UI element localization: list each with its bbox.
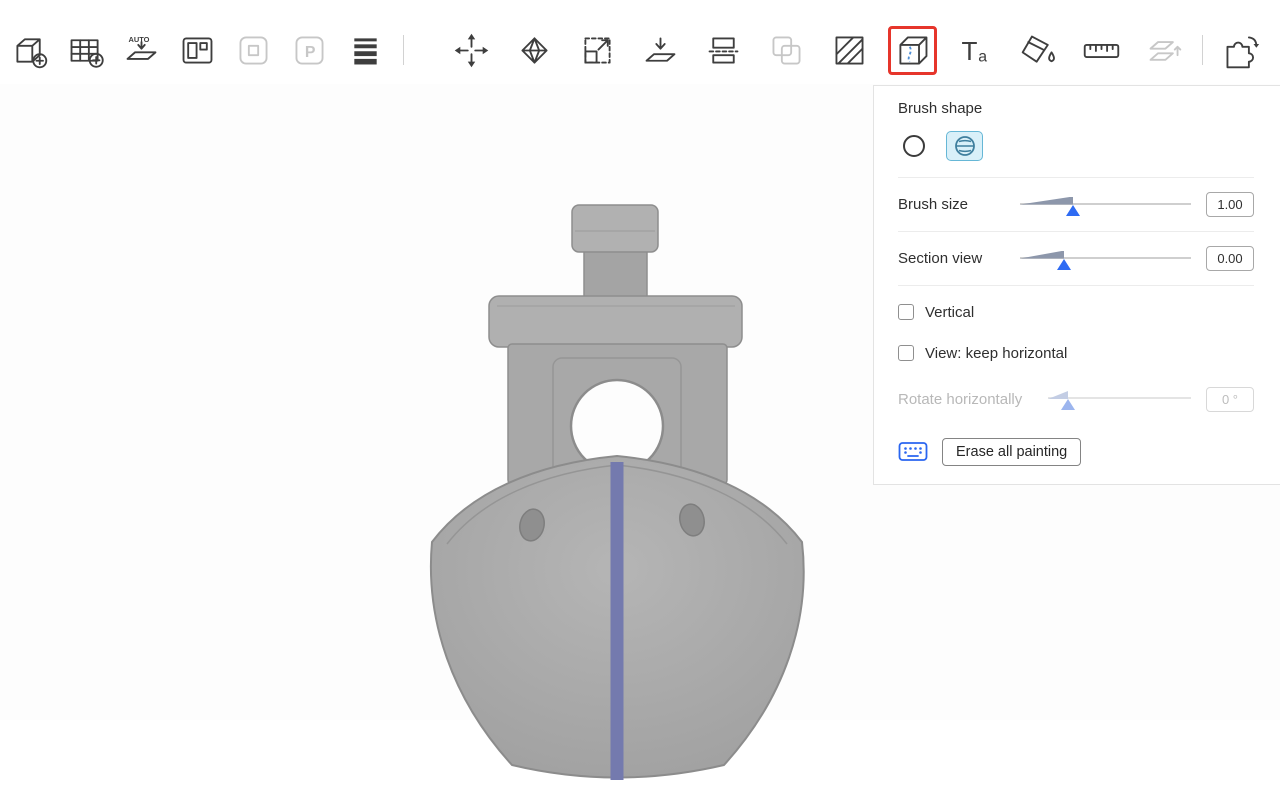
move-button[interactable] xyxy=(448,27,495,74)
auto-orient-icon: AUTO xyxy=(121,30,162,71)
brush-size-slider[interactable] xyxy=(1020,193,1191,217)
arrange-button[interactable] xyxy=(174,27,221,74)
svg-text:T: T xyxy=(962,35,978,65)
brush-shape-sphere-option[interactable] xyxy=(946,131,983,161)
add-plate-button[interactable] xyxy=(62,27,109,74)
toolbar-group-right xyxy=(1217,27,1264,74)
cut-icon xyxy=(703,30,744,71)
variable-layer-height-icon xyxy=(345,30,386,71)
arrange-icon xyxy=(177,30,218,71)
rotate-icon xyxy=(514,30,555,71)
add-plate-icon xyxy=(65,30,106,71)
split-to-objects-button[interactable] xyxy=(230,27,277,74)
mesh-boolean-icon xyxy=(766,30,807,71)
measure-icon xyxy=(1081,30,1122,71)
section-view-slider[interactable] xyxy=(1020,247,1191,271)
toolbar-separator xyxy=(403,35,404,65)
main-toolbar: AUTO P xyxy=(0,0,1280,84)
support-painting-button[interactable] xyxy=(826,27,873,74)
toolbar-group-left: AUTO P xyxy=(6,27,389,74)
rotate-horizontally-row: Rotate horizontally xyxy=(898,376,1254,422)
section-view-row: Section view xyxy=(898,232,1254,285)
move-icon xyxy=(451,30,492,71)
cut-button[interactable] xyxy=(700,27,747,74)
slider-thumb[interactable] xyxy=(1057,259,1071,270)
brush-size-label: Brush size xyxy=(898,196,1020,213)
plugins-button[interactable] xyxy=(1217,27,1264,74)
place-on-face-button[interactable] xyxy=(637,27,684,74)
panel-actions: Erase all painting xyxy=(898,438,1254,466)
split-to-parts-button[interactable]: P xyxy=(286,27,333,74)
text-tool-icon: T a xyxy=(955,30,996,71)
brush-size-row: Brush size xyxy=(898,178,1254,231)
add-object-icon xyxy=(9,30,50,71)
assembly-view-button[interactable] xyxy=(1141,27,1188,74)
chimney-cap[interactable] xyxy=(572,205,658,252)
mesh-boolean-button[interactable] xyxy=(763,27,810,74)
color-painting-button[interactable] xyxy=(1015,27,1062,74)
vertical-label: Vertical xyxy=(925,304,974,321)
rotate-horizontally-slider[interactable] xyxy=(1048,387,1191,411)
svg-text:P: P xyxy=(305,44,316,61)
vertical-checkbox-row[interactable]: Vertical xyxy=(898,297,1254,327)
svg-text:a: a xyxy=(978,48,987,65)
place-on-face-icon xyxy=(640,30,681,71)
circle-brush-icon xyxy=(901,133,927,159)
measure-button[interactable] xyxy=(1078,27,1125,74)
panel-divider xyxy=(898,285,1254,286)
benchy-model[interactable] xyxy=(385,192,855,792)
brush-shape-circle-option[interactable] xyxy=(900,132,928,160)
variable-layer-height-button[interactable] xyxy=(342,27,389,74)
brush-shape-label: Brush shape xyxy=(898,100,1254,117)
support-painting-icon xyxy=(829,30,870,71)
seam-painting-icon xyxy=(892,30,933,71)
rotate-horizontally-label: Rotate horizontally xyxy=(898,391,1048,408)
add-object-button[interactable] xyxy=(6,27,53,74)
auto-orient-button[interactable]: AUTO xyxy=(118,27,165,74)
erase-all-painting-button[interactable]: Erase all painting xyxy=(942,438,1081,466)
brush-size-value[interactable] xyxy=(1206,192,1254,217)
seam-painting-button[interactable] xyxy=(889,27,936,74)
keep-horizontal-checkbox[interactable] xyxy=(898,345,914,361)
sphere-brush-icon xyxy=(953,134,977,158)
split-to-parts-icon: P xyxy=(289,30,330,71)
toolbar-group-middle: T a xyxy=(448,27,1188,74)
section-view-value[interactable] xyxy=(1206,246,1254,271)
text-tool-button[interactable]: T a xyxy=(952,27,999,74)
assembly-view-icon xyxy=(1144,30,1185,71)
cabin-roof[interactable] xyxy=(489,296,742,347)
color-painting-icon xyxy=(1018,30,1059,71)
slider-thumb[interactable] xyxy=(1061,399,1075,410)
split-to-objects-icon xyxy=(233,30,274,71)
rotate-horizontally-value[interactable] xyxy=(1206,387,1254,412)
brush-shape-options xyxy=(898,117,1254,177)
svg-text:AUTO: AUTO xyxy=(128,35,149,44)
keep-horizontal-label: View: keep horizontal xyxy=(925,345,1067,362)
keyboard-icon xyxy=(898,441,928,463)
section-view-label: Section view xyxy=(898,250,1020,267)
toolbar-separator xyxy=(1202,35,1203,65)
scale-icon xyxy=(577,30,618,71)
vertical-checkbox[interactable] xyxy=(898,304,914,320)
slider-thumb[interactable] xyxy=(1066,205,1080,216)
keyboard-shortcuts-button[interactable] xyxy=(898,441,928,463)
plugins-icon xyxy=(1220,30,1261,71)
seam-painting-panel: Brush shape Brush size xyxy=(873,85,1280,485)
keep-horizontal-checkbox-row[interactable]: View: keep horizontal xyxy=(898,338,1254,368)
scale-button[interactable] xyxy=(574,27,621,74)
rotate-button[interactable] xyxy=(511,27,558,74)
